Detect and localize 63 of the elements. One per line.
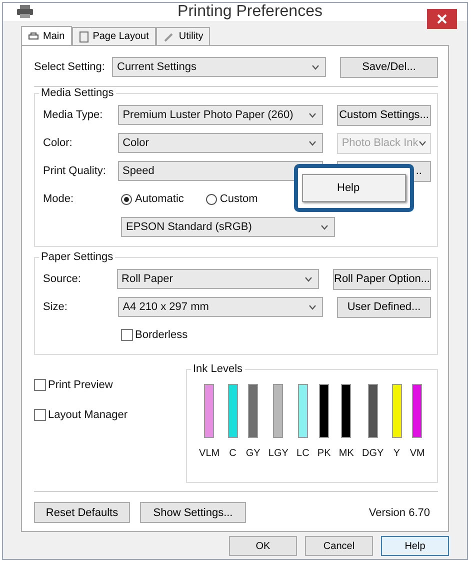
- printer-icon: [17, 5, 33, 19]
- close-icon: [437, 14, 447, 24]
- field-label: Color:: [43, 137, 74, 149]
- dialog-button[interactable]: Help: [381, 536, 449, 556]
- ink-label: GY: [246, 448, 260, 459]
- ink-label: DGY: [362, 448, 384, 459]
- version-text: Version 6.70: [368, 506, 430, 518]
- mode-dropdown[interactable]: EPSON Standard (sRGB): [121, 217, 335, 237]
- ink-label: VLM: [199, 448, 220, 459]
- checkbox[interactable]: [34, 379, 46, 391]
- footer-button[interactable]: Show Settings...: [140, 502, 246, 523]
- chevron-down-icon: [321, 224, 328, 230]
- field-label: Size:: [43, 301, 68, 313]
- menu-item[interactable]: Help: [302, 174, 406, 202]
- option-dropdown[interactable]: A4 210 x 297 mm: [118, 297, 324, 317]
- checkbox-label: Print Preview: [48, 379, 113, 391]
- option-dropdown[interactable]: Roll Paper: [116, 269, 319, 289]
- option-button[interactable]: User Defined...: [337, 296, 432, 318]
- window-title: Printing Preferences: [178, 3, 322, 21]
- option-button[interactable]: Roll Paper Option...: [333, 268, 431, 290]
- radio-button[interactable]: [206, 194, 217, 204]
- ink-label: Y: [393, 448, 400, 459]
- chevron-down-icon: [308, 140, 316, 146]
- radio-button[interactable]: [121, 194, 132, 204]
- page-icon: [78, 30, 89, 42]
- group-title: Paper Settings: [39, 251, 116, 263]
- tab[interactable]: Page Layout: [72, 27, 156, 45]
- settings-button[interactable]: Custom Settings...: [337, 104, 432, 126]
- close-button[interactable]: [427, 9, 457, 29]
- field-label: Print Quality:: [43, 165, 107, 177]
- chevron-down-icon: [312, 64, 319, 70]
- dialog-button[interactable]: Cancel: [305, 536, 373, 556]
- ink-label: VM: [410, 448, 425, 459]
- option-dropdown[interactable]: Premium Luster Photo Paper (260): [118, 105, 324, 125]
- checkbox-label: Borderless: [135, 329, 188, 341]
- ink-label: PK: [317, 448, 331, 459]
- checkbox[interactable]: [34, 409, 46, 421]
- checkbox-label: Layout Manager: [48, 409, 128, 421]
- chevron-down-icon: [309, 304, 316, 310]
- field-label: Mode:: [43, 193, 75, 205]
- option-dropdown[interactable]: Color: [118, 133, 323, 153]
- radio-label: Custom: [220, 193, 258, 205]
- save-delete-button[interactable]: Save/Del...: [340, 56, 438, 78]
- chevron-down-icon: [419, 140, 426, 146]
- radio-label: Automatic: [135, 193, 184, 205]
- setting-dropdown[interactable]: Current Settings: [112, 57, 326, 77]
- field-label: Source:: [43, 273, 82, 285]
- field-label: Select Setting:: [34, 61, 106, 73]
- footer-button[interactable]: Reset Defaults: [34, 502, 130, 523]
- group-title: Ink Levels: [191, 363, 245, 375]
- ink-label: LC: [296, 448, 310, 459]
- checkbox[interactable]: [121, 329, 133, 341]
- tab[interactable]: Utility: [156, 27, 210, 45]
- chevron-down-icon: [309, 112, 316, 118]
- dialog-button[interactable]: OK: [229, 536, 297, 556]
- ink-label: C: [229, 448, 236, 459]
- ink-label: LGY: [268, 448, 288, 459]
- ink-label: MK: [338, 448, 354, 459]
- printer-icon: [28, 32, 39, 40]
- tab[interactable]: Main: [21, 26, 72, 46]
- group-title: Media Settings: [39, 87, 116, 99]
- field-label: Media Type:: [43, 109, 104, 121]
- chevron-down-icon: [305, 276, 312, 282]
